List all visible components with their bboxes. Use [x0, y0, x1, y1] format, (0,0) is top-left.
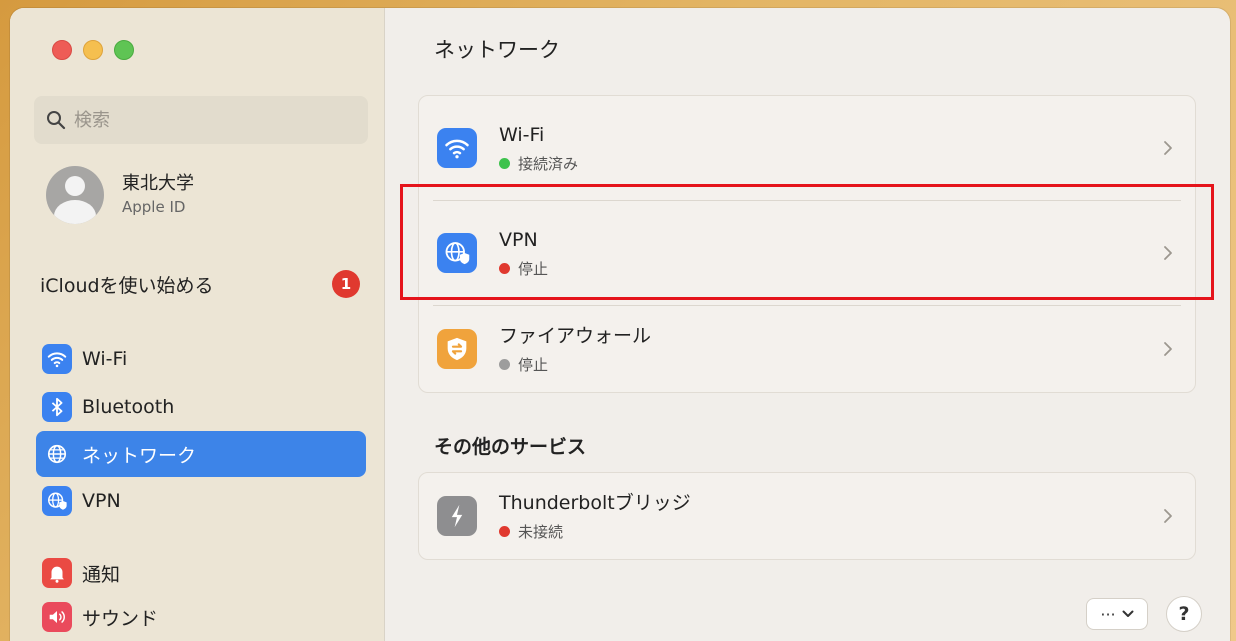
sidebar-item-wifi[interactable]: Wi-Fi — [36, 336, 366, 382]
sidebar-item-label: 通知 — [82, 563, 121, 586]
sidebar-item-vpn[interactable]: VPN — [36, 478, 366, 524]
search-field[interactable] — [34, 96, 368, 144]
chevron-down-icon — [1122, 610, 1134, 617]
section-title-other-services: その他のサービス — [434, 436, 587, 458]
notification-badge: 1 — [332, 270, 360, 298]
chevron-right-icon — [1164, 509, 1172, 523]
annotation-highlight-box — [400, 184, 1214, 300]
firewall-icon — [437, 329, 477, 369]
icloud-setup-item[interactable]: iCloudを使い始める 1 — [40, 270, 360, 298]
sidebar-item-network[interactable]: ネットワーク — [36, 431, 366, 477]
account-name: 東北大学 — [122, 173, 194, 194]
close-button[interactable] — [52, 40, 72, 60]
window-controls — [52, 40, 134, 60]
account-subtitle: Apple ID — [122, 198, 186, 216]
help-button[interactable]: ? — [1166, 596, 1202, 632]
status-dot — [499, 525, 510, 537]
service-status: 未接続 — [518, 522, 564, 541]
more-actions-button[interactable]: ··· — [1086, 598, 1148, 630]
zoom-button[interactable] — [114, 40, 134, 60]
chevron-right-icon — [1164, 342, 1172, 356]
notification-bell-icon — [42, 558, 72, 588]
more-dots: ··· — [1100, 604, 1116, 624]
wifi-icon — [42, 344, 72, 374]
service-status: 接続済み — [518, 154, 579, 173]
service-row-firewall[interactable]: ファイアウォール 停止 — [419, 306, 1195, 392]
sidebar-item-label: サウンド — [82, 607, 159, 630]
settings-window: 東北大学 Apple ID iCloudを使い始める 1 Wi-Fi — [10, 8, 1230, 641]
icloud-label: iCloudを使い始める — [40, 274, 214, 297]
sidebar-item-label: Wi-Fi — [82, 348, 128, 370]
minimize-button[interactable] — [83, 40, 103, 60]
bluetooth-icon — [42, 392, 72, 422]
sidebar-item-label: VPN — [82, 490, 121, 512]
speaker-icon — [42, 602, 72, 632]
service-title: ファイアウォール — [499, 324, 652, 347]
apple-id-account[interactable]: 東北大学 Apple ID — [46, 166, 194, 224]
avatar — [46, 166, 104, 224]
search-icon — [47, 111, 66, 130]
page-title: ネットワーク — [434, 38, 560, 62]
status-dot — [499, 358, 510, 370]
sidebar-item-bluetooth[interactable]: Bluetooth — [36, 384, 366, 430]
sidebar-item-sound[interactable]: サウンド — [36, 594, 366, 640]
service-title: Thunderboltブリッジ — [499, 491, 691, 514]
sidebar: 東北大学 Apple ID iCloudを使い始める 1 Wi-Fi — [10, 8, 385, 641]
sidebar-item-notifications[interactable]: 通知 — [36, 550, 366, 596]
main-content: ネットワーク Wi-Fi 接続済み VPN 停止 ファイアウォール 停止 その他… — [386, 8, 1230, 641]
thunderbolt-icon — [437, 496, 477, 536]
vpn-icon — [42, 486, 72, 516]
service-title: Wi-Fi — [499, 123, 545, 146]
status-dot — [499, 157, 510, 169]
chevron-right-icon — [1164, 141, 1172, 155]
other-services-card: Thunderboltブリッジ 未接続 — [418, 472, 1196, 560]
service-status: 停止 — [518, 355, 549, 374]
network-globe-icon — [42, 439, 72, 469]
sidebar-item-label: ネットワーク — [82, 444, 197, 467]
wifi-icon — [437, 128, 477, 168]
service-row-thunderbolt-bridge[interactable]: Thunderboltブリッジ 未接続 — [419, 473, 1195, 559]
sidebar-item-label: Bluetooth — [82, 396, 175, 418]
search-input[interactable] — [74, 109, 354, 131]
